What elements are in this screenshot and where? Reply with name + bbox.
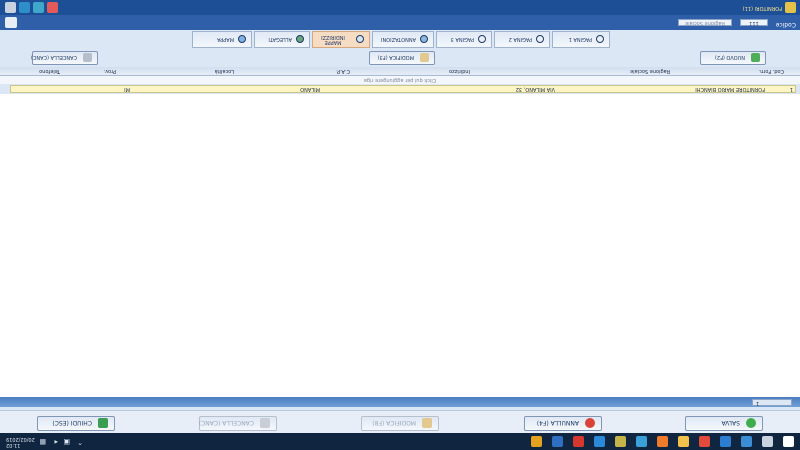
tab-label: MAPPA — [217, 36, 234, 42]
volume-icon[interactable]: ◂ — [51, 438, 58, 446]
close-button[interactable]: CHIUDI (ESC) — [37, 416, 115, 431]
window-close-icon[interactable] — [5, 2, 16, 13]
grid-body[interactable] — [0, 94, 800, 397]
row-actions: NUOVO (F2) MODIFICA (F3) CANCELLA (CANC) — [0, 49, 800, 67]
code-field[interactable]: 111 — [740, 19, 768, 26]
task-view-icon[interactable] — [762, 436, 773, 447]
blue-app-icon[interactable] — [552, 436, 563, 447]
chevron-up-icon[interactable]: ⌃ — [76, 438, 83, 446]
column-header[interactable]: C.A.P. — [336, 68, 350, 74]
minimize-icon[interactable] — [47, 2, 58, 13]
clock-date: 20/02/2019 — [6, 436, 35, 442]
number-3-icon — [478, 35, 486, 43]
folder-icon[interactable] — [678, 436, 689, 447]
windows-icon[interactable] — [783, 436, 794, 447]
cell-address: VIA MILANO, 32 — [515, 86, 555, 92]
edit-button[interactable]: MODIFICA (F8) — [361, 416, 439, 431]
cell-city: MILANO — [300, 86, 320, 92]
code-label: Codice — [775, 21, 796, 28]
paperclip-icon — [296, 35, 304, 43]
red-app-icon[interactable] — [573, 436, 584, 447]
save-button[interactable]: SALVA — [685, 416, 763, 431]
pencil-icon — [420, 53, 429, 62]
cancel-button[interactable]: ANNULLA (F4) — [524, 416, 602, 431]
number-2-icon — [536, 35, 544, 43]
trash-icon — [83, 53, 92, 62]
exit-door-icon — [98, 418, 108, 428]
chrome-icon[interactable] — [699, 436, 710, 447]
close-label: CHIUDI (ESC) — [52, 419, 92, 426]
app-window: ⌃ ▣ ◂ ▦ 11:02 20/02/2019 SALVA ANNULLA (… — [0, 0, 800, 450]
edit-row-button[interactable]: MODIFICA (F3) — [369, 51, 435, 65]
tab-page-3[interactable]: PAGINA 3 — [436, 31, 492, 48]
delete-row-button[interactable]: CANCELLA (CANC) — [30, 51, 98, 65]
column-header[interactable]: Ragione Sociale — [630, 68, 670, 74]
row-marker: 1 — [789, 86, 793, 92]
plus-icon — [751, 53, 760, 62]
column-header[interactable]: Indirizzo — [449, 68, 470, 74]
tab-address-maps[interactable]: MAPPE INDIRIZZI — [312, 31, 370, 48]
network-icon[interactable]: ▣ — [63, 438, 70, 446]
windows-taskbar: ⌃ ▣ ◂ ▦ 11:02 20/02/2019 — [0, 433, 800, 450]
magnifier-map-icon — [356, 35, 364, 43]
browser-icon[interactable] — [594, 436, 605, 447]
app-corner-icon[interactable] — [5, 17, 17, 28]
tab-page-2[interactable]: PAGINA 2 — [494, 31, 550, 48]
window-title-strip: FORNITORI (11) — [0, 0, 800, 15]
tab-label: PAGINA 1 — [568, 36, 592, 42]
name-field[interactable]: Ragione Sociale — [678, 19, 732, 26]
edit-label: MODIFICA (F8) — [372, 419, 416, 426]
app-logo-icon — [785, 2, 796, 13]
close-icon — [585, 418, 595, 428]
tab-label: PAGINA 2 — [508, 36, 532, 42]
save-label: SALVA — [721, 419, 740, 426]
notes-icon — [420, 35, 428, 43]
help-icon[interactable] — [33, 2, 44, 13]
tab-bar: PAGINA 1 PAGINA 2 PAGINA 3 ANNOTAZIONI M… — [0, 30, 800, 49]
cell-province: MI — [124, 86, 130, 92]
globe-icon — [238, 35, 246, 43]
column-header[interactable]: Telefono — [39, 68, 60, 74]
edit-row-label: MODIFICA (F3) — [377, 54, 414, 60]
trash-icon — [260, 418, 270, 428]
keyboard-icon[interactable]: ▦ — [39, 438, 46, 446]
store-icon[interactable] — [741, 436, 752, 447]
number-1-icon — [596, 35, 604, 43]
tab-page-1[interactable]: PAGINA 1 — [552, 31, 610, 48]
app-icon[interactable] — [636, 436, 647, 447]
check-icon — [746, 418, 756, 428]
cell-company: FORNITORE MARIO BIANCHI — [695, 86, 765, 92]
add-row-hint[interactable]: Click qui per aggiungere riga — [0, 76, 800, 84]
app-active-icon[interactable] — [615, 436, 626, 447]
clock[interactable]: 11:02 20/02/2019 — [6, 436, 35, 448]
tab-map[interactable]: MAPPA — [192, 31, 252, 48]
grid-header: 1 — [0, 397, 800, 407]
new-label: NUOVO (F2) — [714, 54, 745, 60]
clock-time: 11:02 — [6, 442, 21, 448]
column-header[interactable]: Cod. Forn. — [759, 68, 784, 74]
tab-label: ANNOTAZIONI — [381, 36, 416, 42]
column-header[interactable]: Prov. — [104, 68, 116, 74]
media-icon[interactable] — [531, 436, 542, 447]
info-icon[interactable] — [19, 2, 30, 13]
tab-label: ALLEGATI — [268, 36, 292, 42]
tab-label: MAPPE INDIRIZZI — [321, 34, 345, 45]
pencil-icon — [422, 418, 432, 428]
main-toolbar: SALVA ANNULLA (F4) MODIFICA (F8) CANCELL… — [0, 410, 800, 433]
tab-label: PAGINA 3 — [450, 36, 474, 42]
cancel-label: ANNULLA (F4) — [536, 419, 579, 426]
tab-attachments[interactable]: ALLEGATI — [254, 31, 310, 48]
record-status-bar: Codice 111 Ragione Sociale — [0, 15, 800, 30]
table-row[interactable]: 1 FORNITORE MARIO BIANCHI VIA MILANO, 32… — [10, 85, 796, 93]
edge-icon[interactable] — [720, 436, 731, 447]
delete-label: CANCELLA (CANC) — [198, 419, 254, 426]
window-title: FORNITORI (11) — [742, 5, 782, 11]
delete-button[interactable]: CANCELLA (CANC) — [199, 416, 277, 431]
firefox-icon[interactable] — [657, 436, 668, 447]
delete-row-label: CANCELLA (CANC) — [30, 54, 77, 60]
column-header[interactable]: Località — [215, 68, 234, 74]
tab-notes[interactable]: ANNOTAZIONI — [372, 31, 434, 48]
new-button[interactable]: NUOVO (F2) — [700, 51, 766, 65]
grid-header-cell[interactable]: 1 — [752, 399, 792, 406]
